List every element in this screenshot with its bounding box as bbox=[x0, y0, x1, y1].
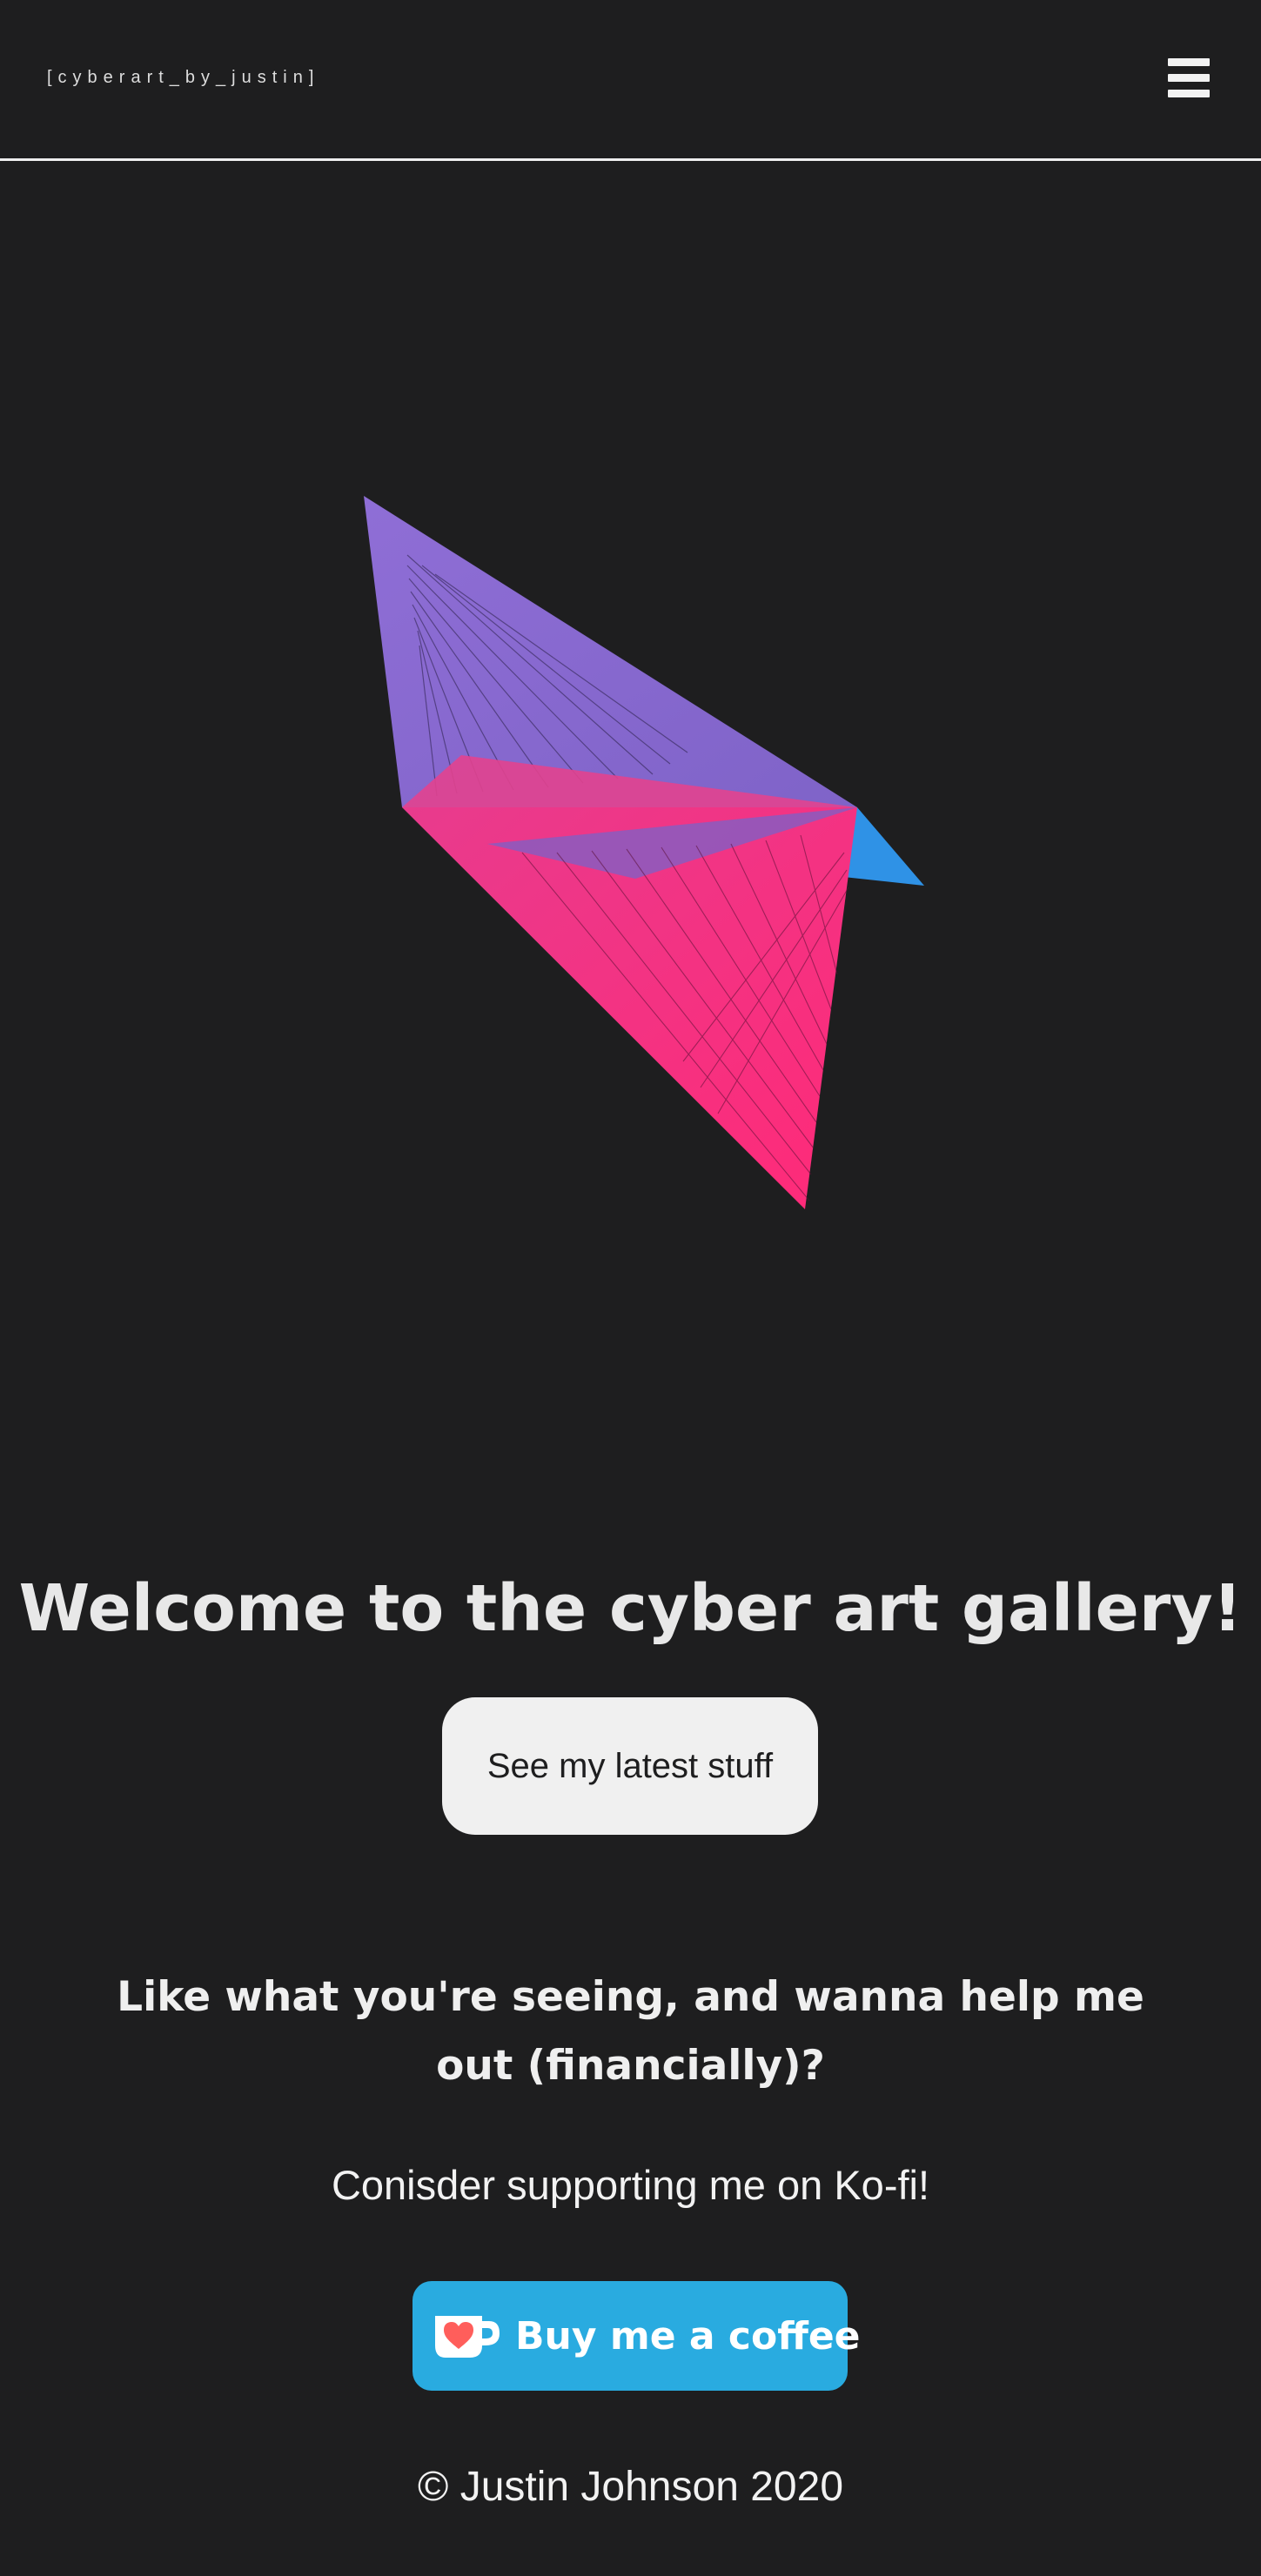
geometric-triangle-artwork bbox=[364, 496, 924, 1209]
copyright-footer: © Justin Johnson 2020 bbox=[417, 2464, 844, 2510]
kofi-button[interactable]: Buy me a coffee bbox=[413, 2281, 861, 2391]
kofi-button-label: Buy me a coffee bbox=[515, 2313, 861, 2359]
site-brand[interactable]: [cyberart_by_justin] bbox=[47, 68, 319, 88]
see-latest-button[interactable]: See my latest stuff bbox=[442, 1697, 818, 1835]
menu-bar bbox=[1168, 90, 1210, 97]
support-question: Like what you're seeing, and wanna help … bbox=[117, 1973, 1144, 2090]
menu-bar bbox=[1168, 74, 1210, 82]
hamburger-menu-icon[interactable] bbox=[1164, 56, 1217, 101]
menu-bar bbox=[1168, 58, 1210, 66]
welcome-heading: Welcome to the cyber art gallery! bbox=[18, 1570, 1243, 1646]
site-header: [cyberart_by_justin] bbox=[0, 0, 1261, 161]
kofi-cup-heart-icon bbox=[435, 2316, 500, 2358]
kofi-support-text: Conisder supporting me on Ko-fi! bbox=[331, 2162, 930, 2208]
